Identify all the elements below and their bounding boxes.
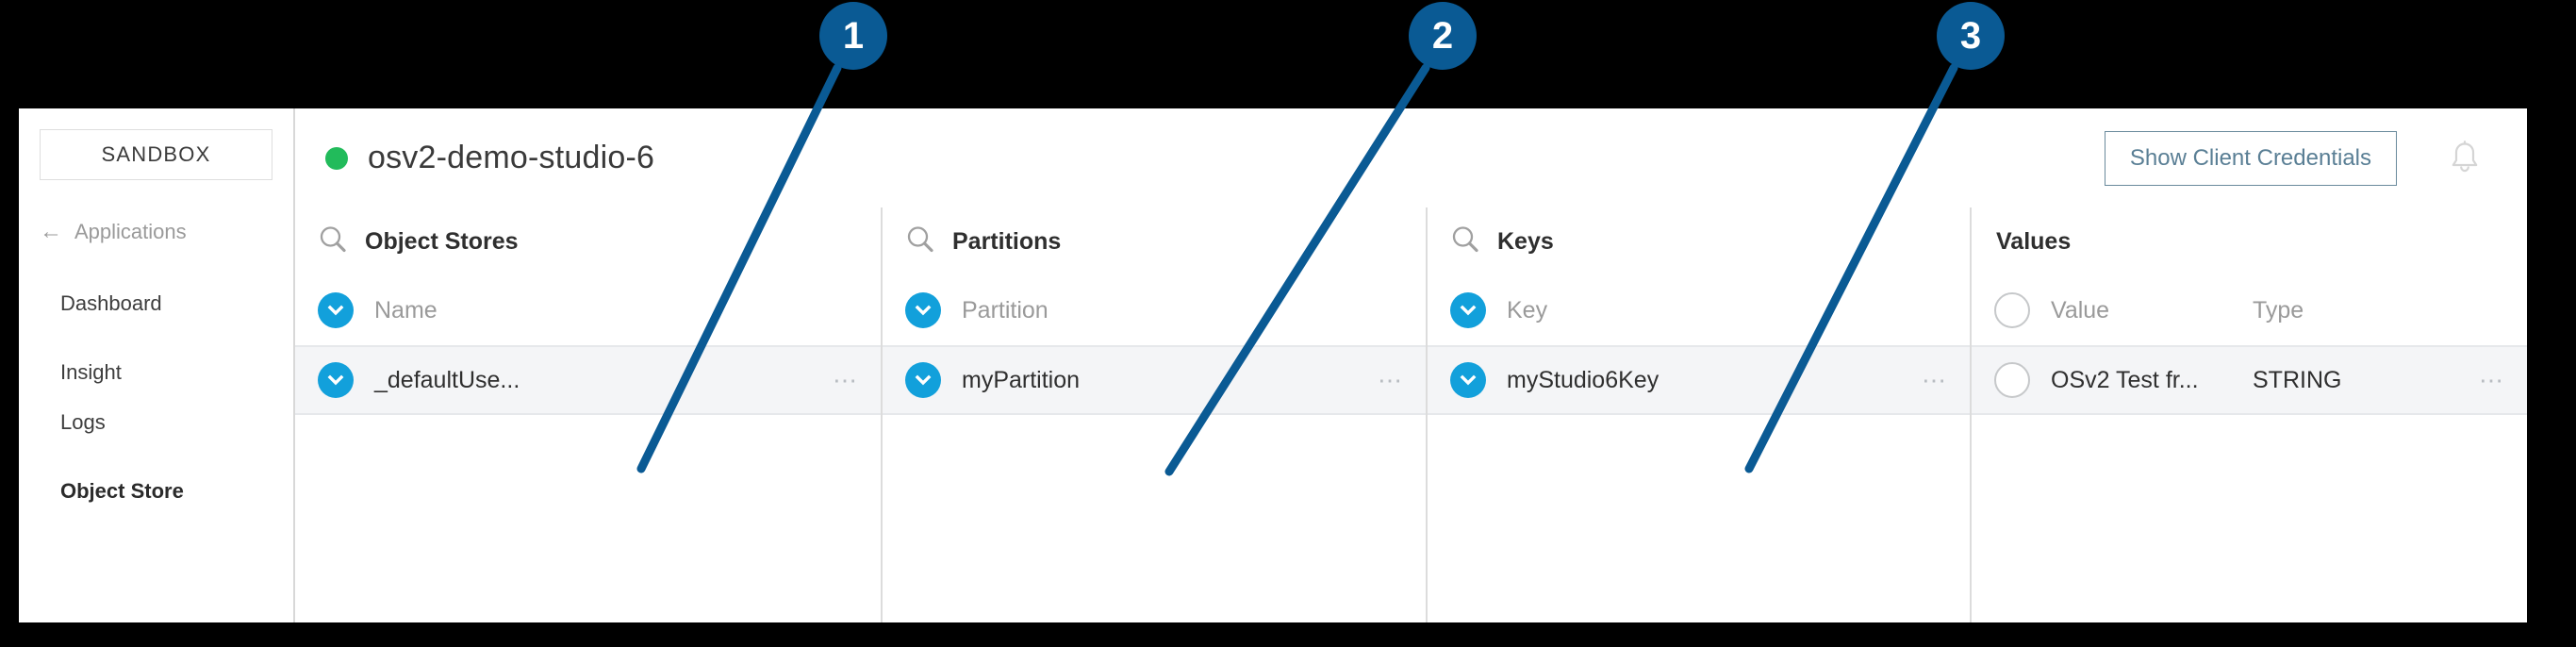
table-row[interactable]: _defaultUse... ⋯ bbox=[295, 345, 881, 415]
column-partitions: Partitions Partition myPartition ⋯ bbox=[883, 207, 1428, 622]
table-row[interactable]: OSv2 Test fr... STRING ⋯ bbox=[1972, 345, 2527, 415]
column-title: Values bbox=[1996, 227, 2072, 255]
application-panel: SANDBOX ← Applications Dashboard Insight… bbox=[19, 108, 2527, 622]
main-content: osv2-demo-studio-6 Show Client Credentia… bbox=[295, 108, 2527, 622]
value-type: STRING bbox=[2253, 366, 2342, 393]
callout-badge-1: 1 bbox=[819, 2, 887, 70]
empty-circle-icon[interactable] bbox=[1994, 292, 2030, 328]
column-title: Partitions bbox=[952, 227, 1062, 255]
table-row[interactable]: myPartition ⋯ bbox=[883, 345, 1426, 415]
chevron-circle-icon[interactable] bbox=[1450, 362, 1486, 398]
status-dot-online-icon bbox=[325, 146, 348, 170]
sidebar-item-logs[interactable]: Logs bbox=[19, 397, 293, 447]
sidebar-item-dashboard[interactable]: Dashboard bbox=[19, 276, 293, 330]
empty-circle-icon[interactable] bbox=[1994, 362, 2030, 398]
object-store-name: _defaultUse... bbox=[374, 366, 520, 393]
column-filter-row: Partition bbox=[883, 275, 1426, 345]
key-name: myStudio6Key bbox=[1507, 366, 1660, 393]
overflow-menu-icon[interactable]: ⋯ bbox=[833, 368, 860, 392]
column-field-label: Key bbox=[1507, 296, 1548, 324]
screenshot-root: SANDBOX ← Applications Dashboard Insight… bbox=[0, 0, 2576, 647]
show-client-credentials-button[interactable]: Show Client Credentials bbox=[2104, 130, 2397, 186]
page-title: osv2-demo-studio-6 bbox=[368, 140, 655, 175]
chevron-circle-icon[interactable] bbox=[1450, 292, 1486, 328]
callout-badge-3: 3 bbox=[1937, 2, 2005, 70]
column-title: Keys bbox=[1497, 227, 1554, 255]
column-values: Values Value Type OSv2 Test fr... STRING… bbox=[1972, 207, 2527, 622]
chevron-circle-icon[interactable] bbox=[905, 362, 941, 398]
overflow-menu-icon[interactable]: ⋯ bbox=[2479, 368, 2506, 392]
table-row[interactable]: myStudio6Key ⋯ bbox=[1428, 345, 1970, 415]
environment-selector-button[interactable]: SANDBOX bbox=[40, 129, 272, 180]
sidebar-nav: Dashboard Insight Logs Object Store bbox=[19, 276, 293, 518]
chevron-circle-icon[interactable] bbox=[318, 362, 354, 398]
chevron-circle-icon[interactable] bbox=[318, 292, 354, 328]
column-field-label: Name bbox=[374, 296, 438, 324]
bell-icon[interactable] bbox=[2444, 138, 2485, 179]
column-header-object-stores: Object Stores bbox=[295, 207, 881, 275]
sidebar-item-label: Object Store bbox=[60, 478, 184, 503]
column-object-stores: Object Stores Name _defaultUse... ⋯ bbox=[295, 207, 883, 622]
column-header-keys: Keys bbox=[1428, 207, 1970, 275]
column-filter-row: Key bbox=[1428, 275, 1970, 345]
search-icon[interactable] bbox=[318, 224, 348, 259]
sidebar: SANDBOX ← Applications Dashboard Insight… bbox=[19, 108, 295, 622]
sidebar-item-object-store[interactable]: Object Store bbox=[19, 464, 293, 518]
column-header-values: Values bbox=[1972, 207, 2527, 275]
column-filter-row: Value Type bbox=[1972, 275, 2527, 345]
sidebar-item-insight[interactable]: Insight bbox=[19, 347, 293, 397]
sidebar-item-label: Logs bbox=[60, 409, 106, 434]
column-keys: Keys Key myStudio6Key ⋯ bbox=[1428, 207, 1972, 622]
column-field-label: Partition bbox=[962, 296, 1049, 324]
arrow-left-icon: ← bbox=[40, 219, 62, 244]
back-to-applications-link[interactable]: ← Applications bbox=[19, 220, 293, 244]
search-icon[interactable] bbox=[1450, 224, 1480, 259]
overflow-menu-icon[interactable]: ⋯ bbox=[1922, 368, 1949, 392]
sidebar-item-label: Insight bbox=[60, 359, 122, 384]
column-field-label-value: Value bbox=[2051, 296, 2110, 324]
title-bar: osv2-demo-studio-6 Show Client Credentia… bbox=[295, 108, 2527, 207]
column-filter-row: Name bbox=[295, 275, 881, 345]
sidebar-item-label: Dashboard bbox=[60, 290, 162, 315]
object-store-browser-columns: Object Stores Name _defaultUse... ⋯ Part… bbox=[295, 207, 2527, 622]
column-title: Object Stores bbox=[365, 227, 519, 255]
chevron-circle-icon[interactable] bbox=[905, 292, 941, 328]
back-link-label: Applications bbox=[74, 220, 187, 243]
overflow-menu-icon[interactable]: ⋯ bbox=[1378, 368, 1405, 392]
value-text: OSv2 Test fr... bbox=[2051, 366, 2199, 393]
column-field-label-type: Type bbox=[2253, 296, 2304, 324]
column-header-partitions: Partitions bbox=[883, 207, 1426, 275]
partition-name: myPartition bbox=[962, 366, 1081, 393]
callout-badge-2: 2 bbox=[1409, 2, 1477, 70]
search-icon[interactable] bbox=[905, 224, 935, 259]
